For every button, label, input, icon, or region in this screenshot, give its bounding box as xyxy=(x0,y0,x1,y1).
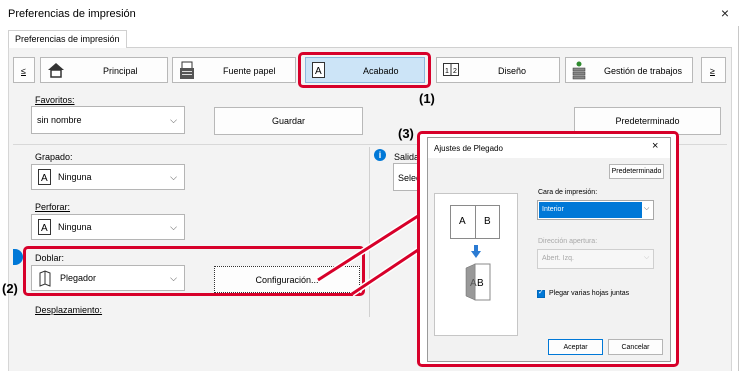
svg-text:B: B xyxy=(477,278,484,289)
chevron-down-icon: ⌵ xyxy=(644,205,650,212)
svg-text:A: A xyxy=(470,278,477,289)
preview-a: A xyxy=(459,216,466,227)
preview-b: B xyxy=(484,216,491,227)
print-side-dropdown[interactable]: Interior ⌵ xyxy=(537,200,654,220)
dialog-default-label: Predeterminado xyxy=(611,168,662,175)
opening-direction-label: Dirección apertura: xyxy=(538,238,598,245)
opening-direction-value: Abert. Izq. xyxy=(542,255,574,262)
preview-fold-line xyxy=(475,205,476,239)
dialog-title: Ajustes de Plegado xyxy=(434,144,503,153)
ok-button-label: Aceptar xyxy=(563,343,588,351)
cancel-button[interactable]: Cancelar xyxy=(608,339,663,355)
arrow-down-icon xyxy=(471,245,481,258)
close-icon[interactable]: × xyxy=(652,140,658,152)
cancel-button-label: Cancelar xyxy=(621,343,650,351)
annotation-3: (3) xyxy=(398,126,414,141)
opening-direction-dropdown[interactable]: Abert. Izq. ⌵ xyxy=(537,249,654,269)
multi-fold-label: Plegar varias hojas juntas xyxy=(549,290,630,297)
print-side-value: Interior xyxy=(542,206,564,213)
dialog-default-button[interactable]: Predeterminado xyxy=(609,164,664,179)
ok-button[interactable]: Aceptar xyxy=(548,339,603,355)
checkmark-icon: ✓ xyxy=(538,289,544,296)
chevron-down-icon: ⌵ xyxy=(644,254,650,261)
folded-sheet-icon: A B xyxy=(465,263,491,301)
print-side-label: Cara de impresión: xyxy=(538,189,598,196)
